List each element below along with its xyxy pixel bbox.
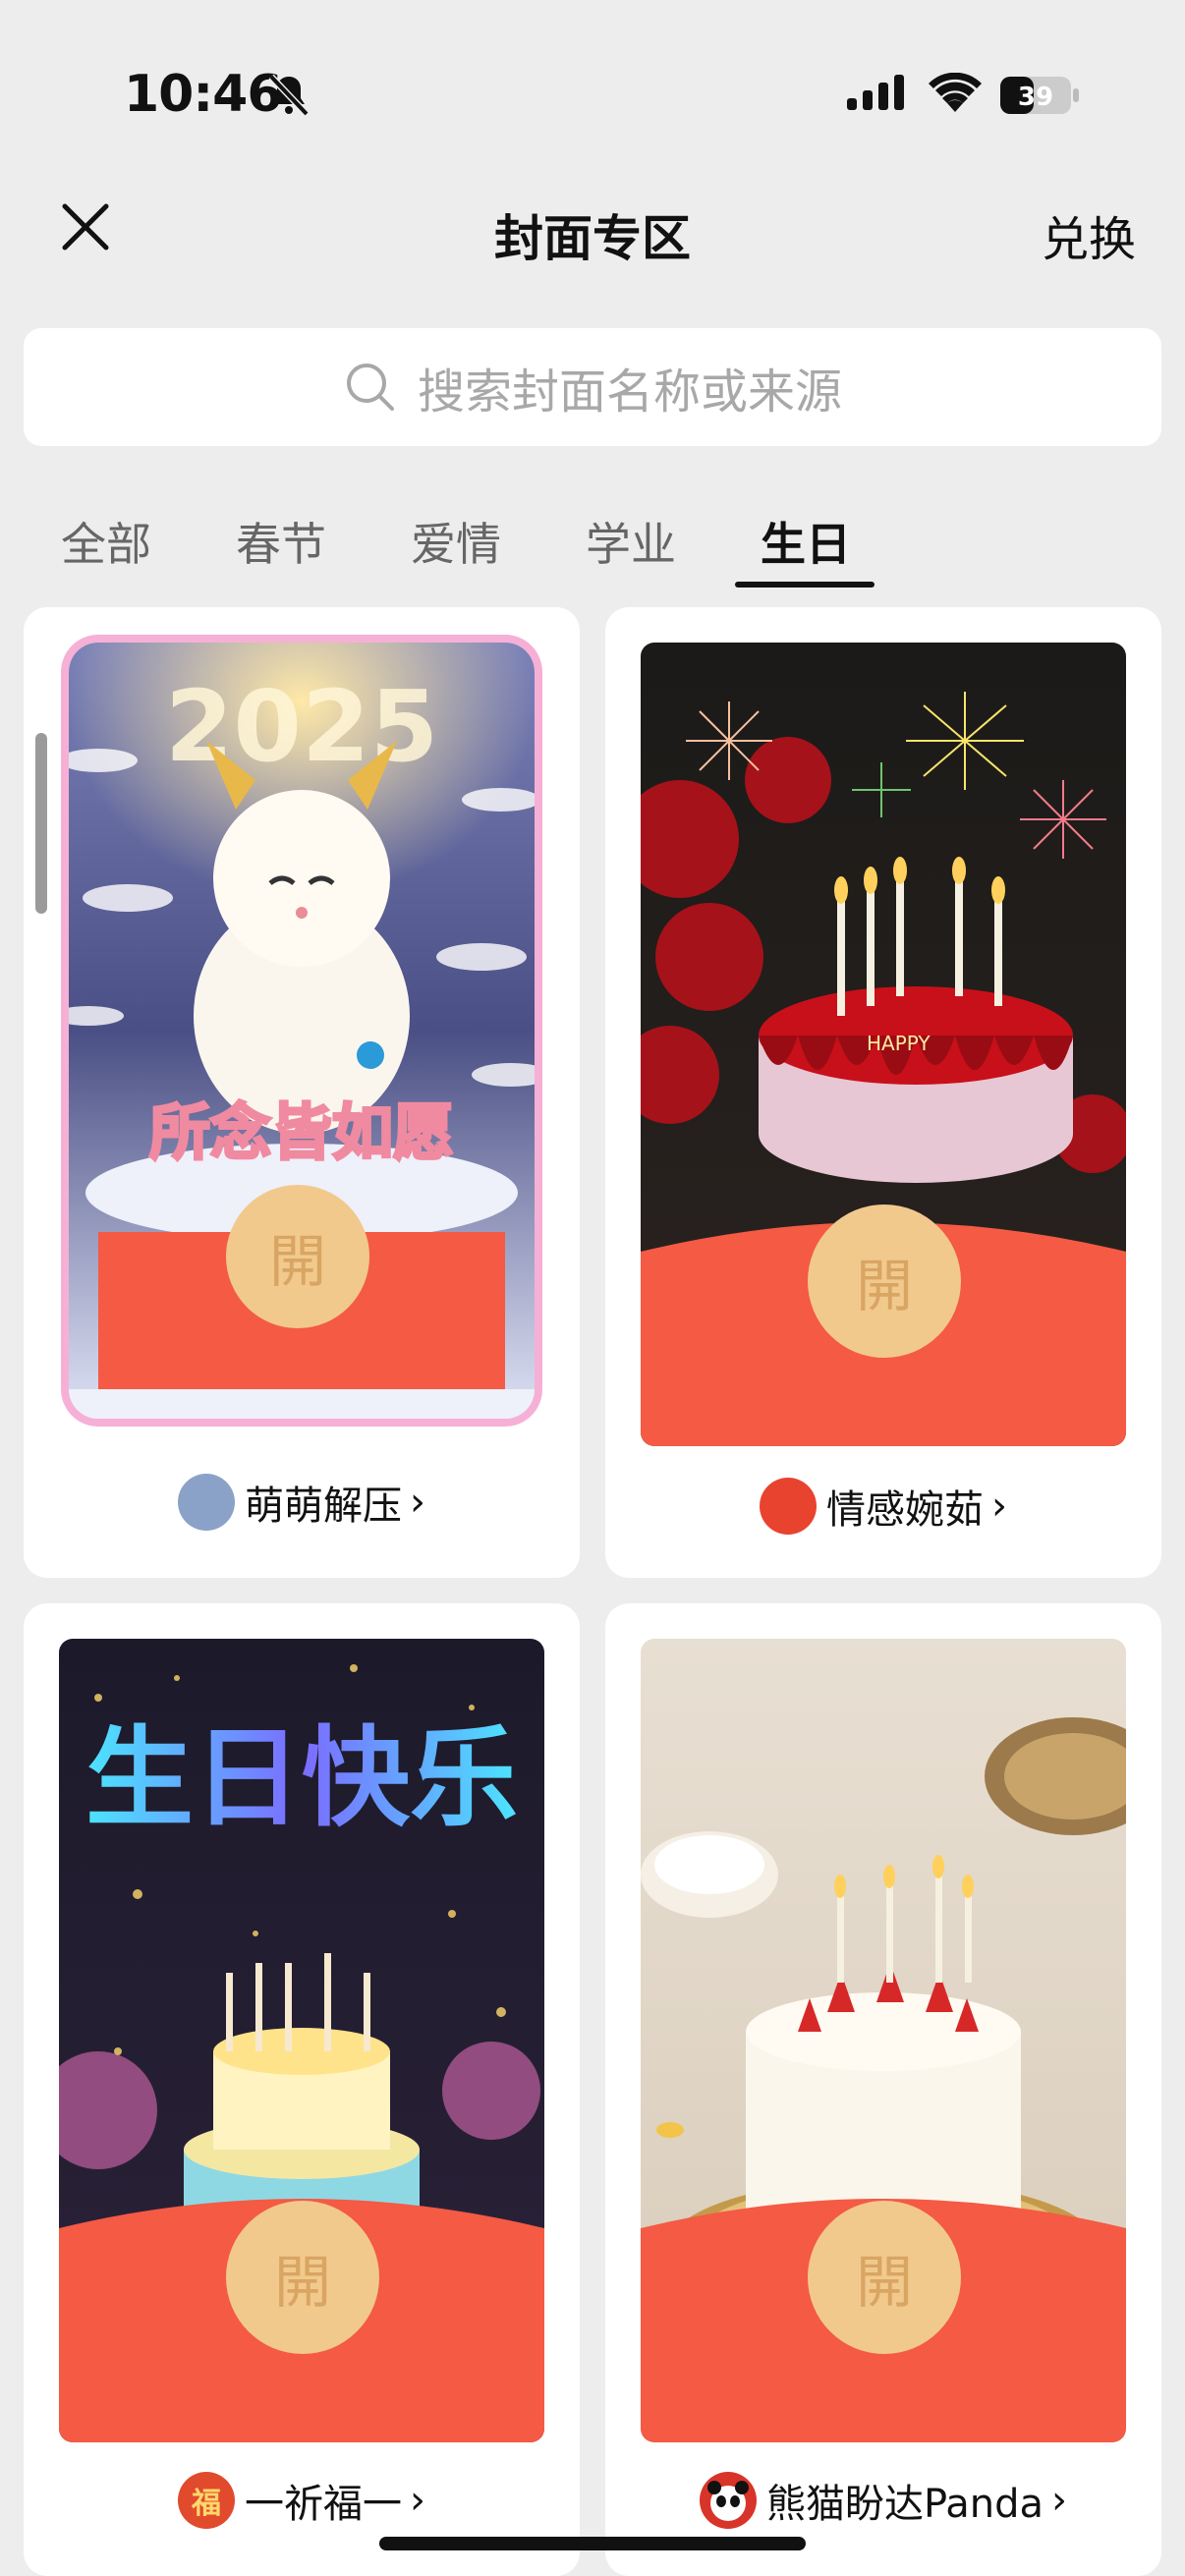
status-time: 10:46	[124, 65, 283, 124]
silent-bell-icon	[268, 74, 310, 117]
tab-spring-festival[interactable]: 春节	[236, 509, 326, 574]
open-button: 開	[226, 1185, 369, 1328]
redeem-button[interactable]: 兑换	[1042, 200, 1136, 269]
panda-avatar	[699, 2472, 757, 2529]
cover-image: 開	[641, 1639, 1126, 2442]
cake-text: HAPPY	[867, 1032, 931, 1055]
cover-card[interactable]: 開 熊猫盼达Panda ›	[605, 1603, 1161, 2576]
status-bar: 10:46 39	[0, 0, 1185, 187]
scroll-indicator	[28, 723, 55, 1155]
panda-icon	[706, 2481, 749, 2521]
category-tabs: 全部 春节 爱情 学业 生日	[0, 499, 1185, 588]
home-indicator[interactable]	[379, 2537, 806, 2550]
open-button: 開	[808, 2201, 961, 2354]
cover-image: HAPPY 開	[641, 643, 1126, 1446]
tab-love[interactable]: 爱情	[411, 509, 501, 574]
cover-source-link[interactable]: 萌萌解压 ›	[24, 1474, 580, 1531]
fortune-badge-icon: 福	[178, 2472, 235, 2529]
scroll-thumb[interactable]	[35, 733, 47, 914]
open-button: 開	[808, 1204, 961, 1358]
cover-zone-page: 10:46 39 封面专区 兑换 搜索封面名称或来源 全部 春节 爱情 学业 生…	[0, 0, 1185, 2576]
cover-caption: 所念皆如愿	[149, 1096, 454, 1168]
active-tab-underline	[735, 582, 875, 588]
source-name: 萌萌解压	[245, 1484, 402, 1529]
source-name: 一祈福一	[245, 2482, 402, 2527]
cover-image: 2025 所念皆如愿 開	[69, 643, 535, 1419]
open-button: 開	[226, 2201, 379, 2354]
wifi-icon	[929, 73, 982, 112]
cover-source-link[interactable]: 熊猫盼达Panda ›	[605, 2472, 1161, 2529]
cover-card[interactable]: HAPPY 開 情感婉茹 ›	[605, 607, 1161, 1578]
source-name: 熊猫盼达Panda	[765, 2482, 1044, 2527]
cover-image: 生日快乐 開	[59, 1639, 544, 2442]
cover-card[interactable]: 2025 所念皆如愿 開 萌萌解压 ›	[24, 607, 580, 1578]
cover-source-link[interactable]: 福 一祈福一 ›	[24, 2472, 580, 2529]
search-placeholder: 搜索封面名称或来源	[417, 364, 842, 420]
page-title: 封面专区	[494, 210, 691, 267]
source-name: 情感婉茹	[826, 1487, 984, 1533]
source-avatar	[178, 1474, 235, 1531]
chevron-right-icon: ›	[991, 1484, 1007, 1529]
search-input[interactable]: 搜索封面名称或来源	[24, 328, 1161, 446]
chevron-right-icon: ›	[1051, 2478, 1068, 2523]
tab-birthday[interactable]: 生日	[761, 509, 851, 574]
tab-all[interactable]: 全部	[61, 509, 151, 574]
tab-study[interactable]: 学业	[586, 509, 676, 574]
cover-year-text: 2025	[165, 669, 438, 784]
search-icon	[346, 364, 394, 411]
cover-card[interactable]: 生日快乐 開 福 一祈福一 ›	[24, 1603, 580, 2576]
close-icon[interactable]	[55, 196, 116, 257]
cellular-signal-icon	[847, 75, 904, 110]
chevron-right-icon: ›	[410, 1480, 425, 1525]
battery-level: 39	[1018, 83, 1053, 112]
cover-source-link[interactable]: 情感婉茹 ›	[605, 1478, 1161, 1535]
source-avatar	[760, 1478, 817, 1535]
cover-title-text: 生日快乐	[85, 1715, 518, 1841]
battery-icon: 39	[1000, 77, 1079, 114]
chevron-right-icon: ›	[410, 2478, 425, 2523]
